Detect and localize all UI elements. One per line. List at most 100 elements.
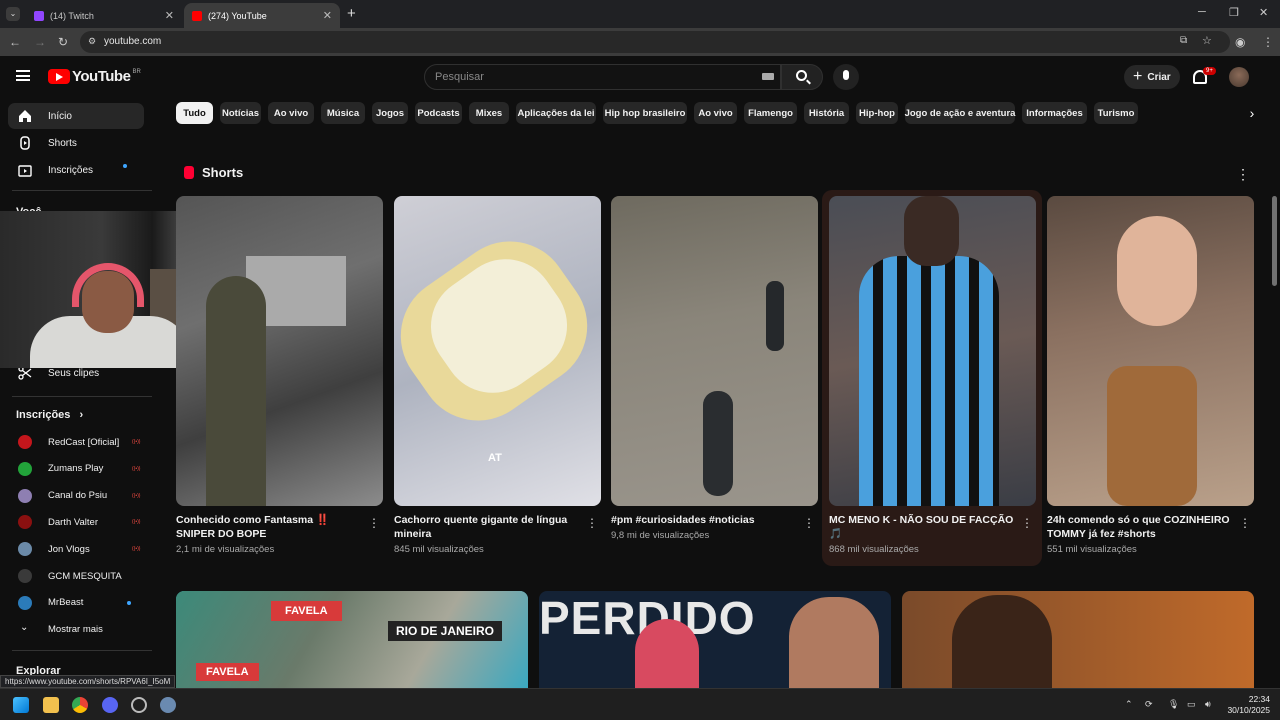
site-info-icon[interactable]: ⚙: [88, 36, 96, 47]
scissors-icon: [18, 366, 32, 380]
more-options-icon[interactable]: ⋮: [803, 516, 815, 530]
filter-chip[interactable]: Ao vivo: [694, 102, 737, 124]
filter-chip[interactable]: Informações: [1022, 102, 1087, 124]
short-thumbnail[interactable]: [176, 196, 383, 506]
filter-chip[interactable]: Notícias: [220, 102, 261, 124]
more-options-icon[interactable]: ⋮: [1021, 516, 1033, 530]
subscription-item[interactable]: MrBeast: [18, 594, 148, 612]
voice-search-button[interactable]: [833, 64, 859, 90]
browser-menu-icon[interactable]: ⋮: [1262, 35, 1274, 49]
account-avatar[interactable]: [1229, 67, 1249, 87]
subscription-item[interactable]: Zumans Play ((•)): [18, 460, 148, 478]
more-options-icon[interactable]: ⋮: [1236, 166, 1250, 183]
short-views: 551 mil visualizações: [1047, 544, 1137, 555]
search-input[interactable]: Pesquisar: [424, 64, 781, 90]
taskbar-clock[interactable]: 22:34 30/10/2025: [1222, 694, 1270, 716]
short-card[interactable]: Conhecido como Fantasma ‼️ SNIPER DO BOP…: [176, 196, 383, 555]
short-card[interactable]: 24h comendo só o que COZINHEIRO TOMMY já…: [1047, 196, 1254, 555]
filter-chip[interactable]: História: [804, 102, 849, 124]
settings-icon[interactable]: [160, 697, 176, 713]
filter-chip[interactable]: Flamengo: [744, 102, 797, 124]
youtube-logo[interactable]: YouTube BR: [48, 68, 141, 85]
short-title[interactable]: Conhecido como Fantasma ‼️ SNIPER DO BOP…: [176, 513, 362, 541]
short-title[interactable]: MC MENO K - NÃO SOU DE FACÇÃO 🎵: [829, 513, 1015, 541]
sidebar-item-subscriptions[interactable]: Inscrições: [8, 157, 144, 183]
officer-figure: [703, 391, 733, 496]
hamburger-menu-icon[interactable]: [16, 70, 30, 81]
install-app-icon[interactable]: ⧉: [1180, 35, 1187, 46]
tray-app-icon[interactable]: ⟳: [1145, 699, 1153, 710]
filter-chip[interactable]: Hip-hop: [856, 102, 898, 124]
tray-chevron-icon[interactable]: ⌃: [1125, 699, 1133, 710]
clock-date: 30/10/2025: [1227, 705, 1270, 715]
bookmark-star-icon[interactable]: ☆: [1202, 34, 1212, 47]
short-title[interactable]: 24h comendo só o que COZINHEIRO TOMMY já…: [1047, 513, 1233, 541]
url-field[interactable]: ⚙ youtube.com ⧉ ☆: [80, 31, 1230, 53]
app-icon[interactable]: [131, 697, 147, 713]
minimize-button[interactable]: ─: [1198, 6, 1206, 18]
video-thumbnail-map[interactable]: FAVELA RIO DE JANEIRO FAVELA: [176, 591, 528, 689]
filter-chip[interactable]: Mixes: [469, 102, 509, 124]
close-tab-icon[interactable]: ✕: [165, 9, 174, 22]
restore-button[interactable]: ❐: [1229, 6, 1239, 19]
filter-chip[interactable]: Turismo: [1094, 102, 1138, 124]
short-thumbnail[interactable]: AT: [394, 196, 601, 506]
page-scrollbar[interactable]: [1270, 56, 1280, 688]
filter-chip[interactable]: Música: [321, 102, 365, 124]
discord-icon[interactable]: [102, 697, 118, 713]
more-options-icon[interactable]: ⋮: [368, 516, 380, 530]
short-card[interactable]: AT Cachorro quente gigante de língua min…: [394, 196, 601, 555]
close-tab-icon[interactable]: ✕: [323, 9, 332, 22]
reload-icon[interactable]: ↻: [58, 35, 68, 49]
filter-chip[interactable]: Podcasts: [415, 102, 462, 124]
scrollbar-thumb[interactable]: [1272, 196, 1277, 286]
volume-icon[interactable]: 🔊︎: [1205, 699, 1211, 710]
create-button[interactable]: + Criar: [1124, 65, 1180, 89]
windows-start-icon[interactable]: [13, 697, 29, 713]
file-explorer-icon[interactable]: [43, 697, 59, 713]
subscription-item[interactable]: Canal do Psiu ((•)): [18, 487, 148, 505]
channel-avatar: [18, 461, 32, 476]
short-thumbnail[interactable]: [829, 196, 1036, 506]
filter-chip[interactable]: Tudo: [176, 102, 213, 124]
channel-avatar: [18, 542, 32, 557]
video-thumbnail-space[interactable]: PERDIDO: [539, 591, 891, 689]
chrome-icon[interactable]: [72, 697, 88, 713]
filter-chip[interactable]: Hip hop brasileiro: [603, 102, 687, 124]
back-icon[interactable]: ←: [9, 35, 21, 49]
chevron-right-icon[interactable]: ›: [1240, 101, 1264, 125]
filter-chip[interactable]: Jogos: [372, 102, 408, 124]
short-card[interactable]: #pm #curiosidades #noticias 9,8 mi de vi…: [611, 196, 818, 541]
short-thumbnail[interactable]: [1047, 196, 1254, 506]
short-title[interactable]: #pm #curiosidades #noticias: [611, 513, 797, 527]
forward-icon[interactable]: →: [34, 35, 46, 49]
subscription-item[interactable]: Jon Vlogs ((•)): [18, 540, 148, 558]
close-window-button[interactable]: ✕: [1259, 6, 1268, 19]
short-thumbnail[interactable]: [611, 196, 818, 506]
subscription-item[interactable]: GCM MESQUITA: [18, 567, 148, 585]
keyboard-icon[interactable]: [762, 73, 774, 80]
display-tray-icon[interactable]: ▭: [1187, 699, 1196, 710]
tab-twitch[interactable]: (14) Twitch ✕: [26, 3, 182, 28]
new-tab-button[interactable]: +: [347, 5, 356, 22]
profile-icon[interactable]: ◉: [1235, 35, 1245, 49]
tab-youtube[interactable]: (274) YouTube ✕: [184, 3, 340, 28]
short-card[interactable]: MC MENO K - NÃO SOU DE FACÇÃO 🎵 868 mil …: [829, 196, 1036, 555]
filter-chip[interactable]: Ao vivo: [268, 102, 314, 124]
subscription-item[interactable]: RedCast [Oficial] ((•)): [18, 433, 148, 451]
short-title[interactable]: Cachorro quente gigante de língua mineir…: [394, 513, 580, 541]
sidebar-item-home[interactable]: Início: [8, 103, 144, 129]
show-more-button[interactable]: ⌄ Mostrar mais: [18, 620, 148, 638]
tab-search-dropdown[interactable]: ⌄: [6, 7, 20, 21]
sidebar-item-shorts[interactable]: Shorts: [8, 130, 144, 156]
more-options-icon[interactable]: ⋮: [1239, 516, 1251, 530]
filter-chip[interactable]: Aplicações da lei: [516, 102, 596, 124]
create-label: Criar: [1147, 71, 1171, 83]
mic-tray-icon[interactable]: 🎙︎: [1168, 699, 1179, 710]
more-options-icon[interactable]: ⋮: [586, 516, 598, 530]
search-button[interactable]: [781, 64, 823, 90]
video-thumbnail-portrait[interactable]: [902, 591, 1254, 689]
filter-chip[interactable]: Jogo de ação e aventura: [905, 102, 1015, 124]
subscription-item[interactable]: Darth Valter ((•)): [18, 513, 148, 531]
subscriptions-section-title[interactable]: Inscrições ›: [16, 409, 83, 421]
